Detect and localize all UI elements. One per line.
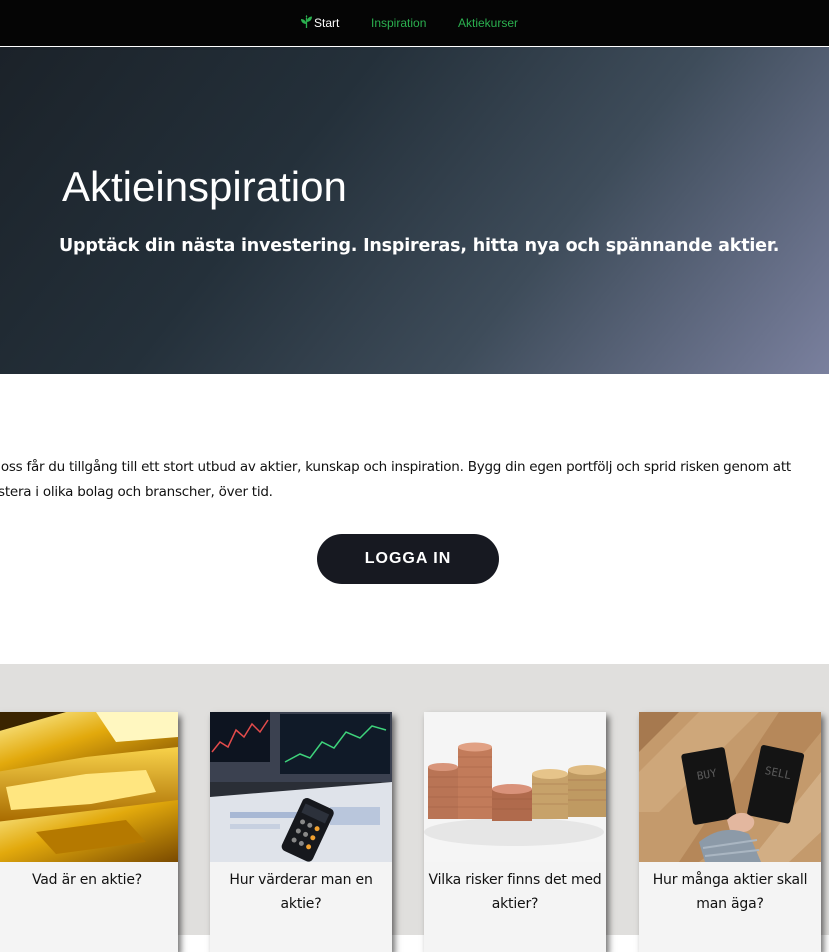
article-card-risks[interactable]: Vilka risker finns det med aktier? [424, 712, 606, 952]
coin-stacks-image [424, 712, 606, 862]
buy-sell-cards-image: BUY SELL [639, 712, 821, 862]
leaf-icon [301, 15, 312, 29]
nav-start-label: Start [314, 16, 340, 30]
nav-inspiration[interactable]: Inspiration [371, 15, 426, 31]
login-button[interactable]: LOGGA IN [317, 534, 499, 584]
article-card-valuation[interactable]: Hur värderar man en aktie? [210, 712, 392, 952]
nav-aktiekurser[interactable]: Aktiekurser [458, 15, 518, 31]
hero-title: Aktieinspiration [62, 163, 347, 210]
intro-text: s oss får du tillgång till ett stort utb… [0, 459, 791, 500]
card-label: Hur värderar man en aktie? [229, 872, 373, 912]
article-card-how-many-stocks[interactable]: BUY SELL Hur många aktier skall man äga? [639, 712, 821, 952]
gold-bars-image [0, 712, 178, 862]
article-card-what-is-stock[interactable]: Vad är en aktie? [0, 712, 178, 952]
card-label: Vilka risker finns det med aktier? [428, 872, 602, 912]
nav-start[interactable]: Start [300, 15, 339, 31]
top-navigation: Start Inspiration Aktiekurser [0, 0, 829, 46]
article-cards-section: Vad är en aktie? Hur värderar man en akt… [0, 664, 829, 952]
card-label: Hur många aktier skall man äga? [652, 872, 808, 912]
card-label: Vad är en aktie? [31, 872, 143, 888]
trading-screens-calculator-image [210, 712, 392, 862]
hero-subtitle: Upptäck din nästa investering. Inspirera… [59, 236, 780, 256]
